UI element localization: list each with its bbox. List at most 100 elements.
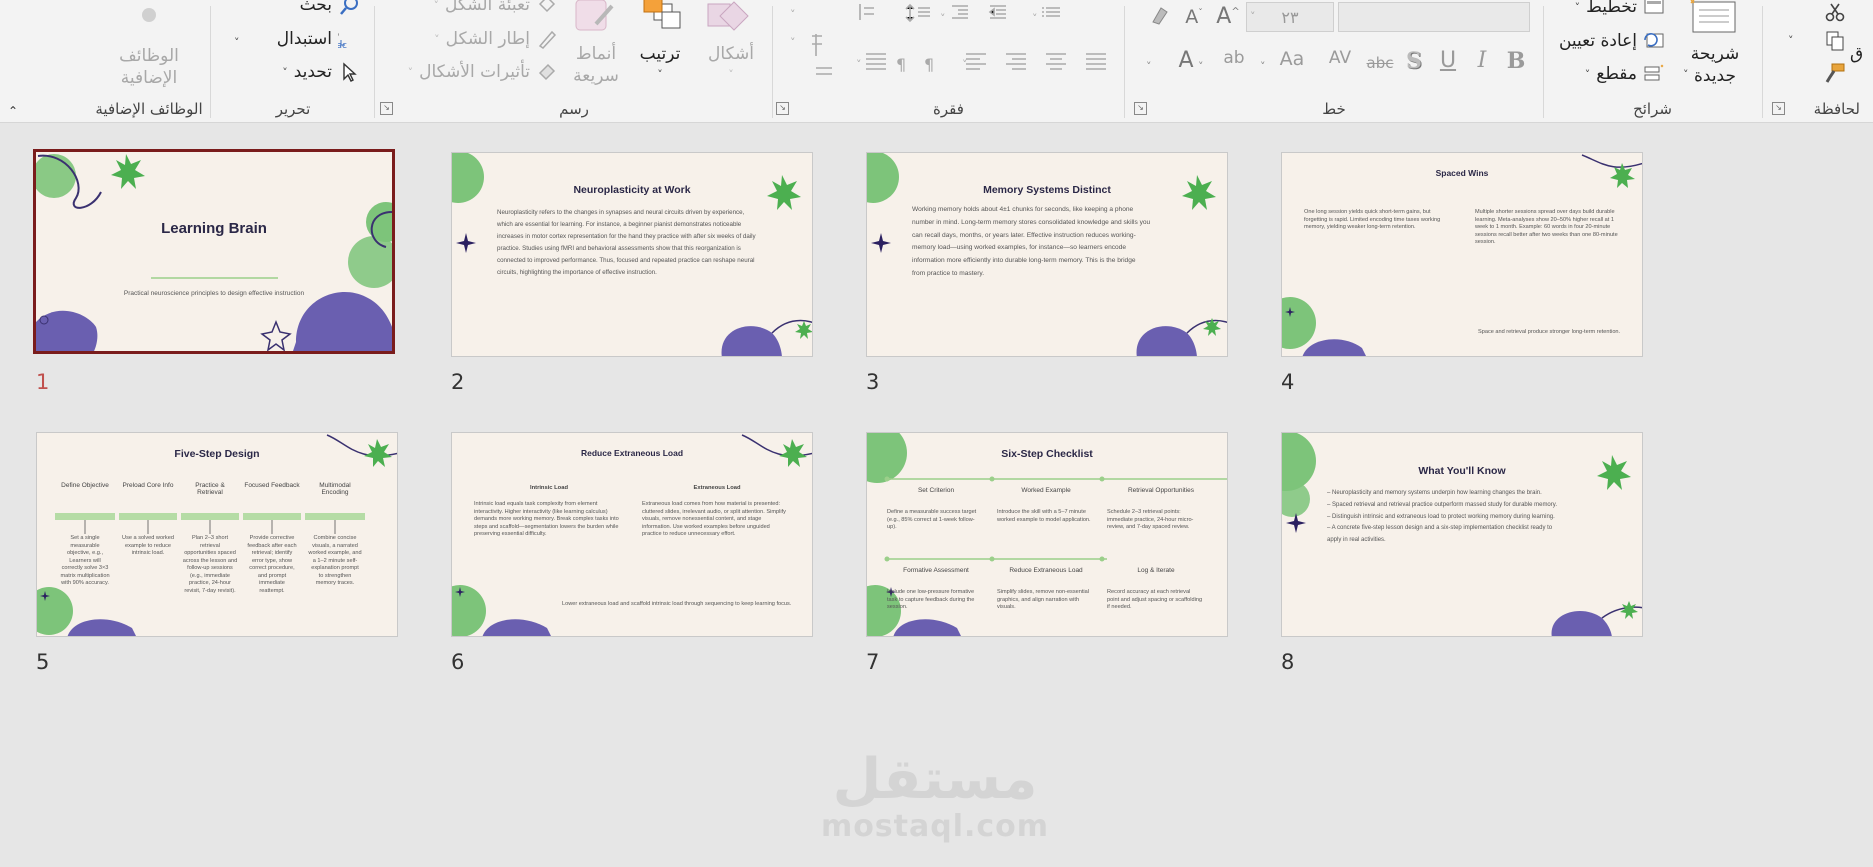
- paste-label[interactable]: ق: [1850, 44, 1863, 64]
- shape-outline-caret: ˅: [434, 32, 440, 46]
- slide-thumbnail-6[interactable]: Reduce Extraneous Load Intrinsic Load Ex…: [451, 432, 813, 637]
- slide-thumbnail-1[interactable]: Learning Brain Practical neuroscience pr…: [33, 149, 395, 354]
- cut-icon: [1825, 3, 1845, 22]
- select-button[interactable]: تحديد ˅: [282, 61, 360, 83]
- bullet-item: – Distinguish intrinsic and extraneous l…: [1327, 513, 1555, 520]
- quick-styles-label-1: أنماط: [575, 44, 617, 64]
- step-line: visuals, a narrated: [312, 542, 358, 549]
- clipboard-launcher-icon[interactable]: ↘: [1772, 102, 1785, 115]
- body-line: memory load—using worked examples, for i…: [912, 244, 1127, 252]
- font-name-field[interactable]: [1338, 2, 1530, 32]
- column-heading: Extraneous Load: [693, 485, 741, 491]
- shrink-font-button[interactable]: Aˇ: [1180, 6, 1208, 28]
- text-direction-caret[interactable]: ˅: [790, 8, 796, 21]
- slide-thumbnail-2[interactable]: Neuroplasticity at Work Neuroplasticity …: [451, 152, 813, 357]
- section-button[interactable]: مقطع ˅: [1585, 63, 1665, 85]
- shape-outline-button[interactable]: إطار الشكل ˅: [434, 28, 558, 50]
- shape-fill-button[interactable]: تعبئة الشكل ˅: [433, 0, 558, 16]
- bullet-item: – Spaced retrieval and retrieval practic…: [1327, 501, 1557, 508]
- slide-thumbnail-7[interactable]: Six-Step Checklist Set Criterion Worked …: [866, 432, 1228, 637]
- bold-button[interactable]: B: [1502, 48, 1530, 74]
- slides-group-label: شرائح: [1633, 100, 1672, 118]
- step-line: Use a solved worked: [122, 535, 174, 541]
- font-launcher-icon[interactable]: ↘: [1134, 102, 1147, 115]
- new-slide-caret[interactable]: ˅: [1683, 68, 1689, 81]
- italic-button[interactable]: I: [1468, 48, 1496, 73]
- paragraph-launcher-icon[interactable]: ↘: [776, 102, 789, 115]
- copy-button[interactable]: [1824, 30, 1846, 52]
- slide-thumbnail-4[interactable]: Spaced Wins One long session yields quic…: [1281, 152, 1643, 357]
- reset-button[interactable]: إعادة تعيين: [1559, 30, 1665, 52]
- body-line: preserving essential difficulty.: [474, 531, 547, 537]
- replace-button[interactable]: abac استبدال: [277, 28, 360, 50]
- slide-thumbnail-8[interactable]: What You'll Know – Neuroplasticity and m…: [1281, 432, 1643, 637]
- separator: [1124, 6, 1125, 118]
- format-painter-button[interactable]: [1824, 62, 1846, 84]
- grow-font-button[interactable]: A^: [1214, 4, 1242, 29]
- body-line: Multiple shorter sessions spread over da…: [1475, 209, 1615, 215]
- step-line: feedback after each: [247, 542, 297, 549]
- font-size-field[interactable]: ٢٣: [1246, 2, 1334, 32]
- step-line: immediate: [259, 580, 285, 586]
- replace-caret[interactable]: ˅: [234, 36, 240, 49]
- separator: [1543, 6, 1544, 118]
- step-line: (e.g., 85% correct at 1-week follow-: [887, 516, 975, 523]
- collapse-ribbon-icon[interactable]: ⌃: [6, 104, 20, 118]
- quick-styles-button[interactable]: أنماط سريعة: [564, 0, 628, 90]
- align-text-caret[interactable]: ˅: [790, 36, 796, 49]
- font-color-caret[interactable]: ˅: [1198, 60, 1204, 73]
- addins-button[interactable]: الوظائف الإضافية: [90, 0, 208, 92]
- highlight-button[interactable]: ab: [1220, 48, 1248, 68]
- checklist-heading: Formative Assessment: [903, 567, 969, 574]
- font-size-caret[interactable]: ˅: [1250, 10, 1256, 23]
- line-spacing-caret[interactable]: ˅: [962, 58, 968, 71]
- body-line: increases in motor cortex representation…: [497, 233, 756, 240]
- arrange-icon: [643, 0, 681, 29]
- change-case-button[interactable]: Aa: [1278, 48, 1306, 70]
- section-caret: ˅: [1584, 67, 1591, 81]
- step-line: opportunities spaced: [184, 550, 236, 556]
- underline-button[interactable]: U: [1434, 48, 1462, 73]
- addins-icon: [142, 8, 156, 22]
- step-line: Introduce the skill with a 5–7 minute: [997, 509, 1086, 515]
- body-line: information more efficiently into durabl…: [912, 257, 1136, 265]
- addins-label-1: الوظائف: [119, 46, 179, 66]
- arrange-button[interactable]: ترتيب ˅: [628, 0, 692, 90]
- body-line: sessions recall better after two weeks t…: [1475, 231, 1618, 238]
- find-button[interactable]: بحث: [300, 0, 360, 16]
- addins-group-label: الوظائف الإضافية: [95, 100, 203, 118]
- layout-button[interactable]: تخطيط ˅: [1575, 0, 1665, 18]
- columns-caret[interactable]: ˅: [856, 58, 862, 71]
- checklist-text: Schedule 2–3 retrieval points: immediate …: [1107, 509, 1217, 532]
- font-color-button[interactable]: A: [1172, 48, 1200, 73]
- heading-line: Focused Feedback: [244, 482, 300, 489]
- slide-decoration: [36, 154, 392, 351]
- step-line: immediate practice, 24-hour micro-: [1107, 516, 1194, 523]
- step-heading: Focused Feedback: [243, 482, 301, 489]
- step-line: and prompt: [257, 572, 287, 579]
- slide-thumbnail-3[interactable]: Memory Systems Distinct Working memory h…: [866, 152, 1228, 357]
- new-slide-icon: [1690, 0, 1736, 33]
- strikethrough-button[interactable]: abc: [1366, 54, 1394, 72]
- char-spacing-button[interactable]: AV: [1326, 48, 1354, 68]
- change-case-caret[interactable]: ˅: [1260, 60, 1266, 73]
- shape-fill-label: تعبئة الشكل: [444, 0, 530, 15]
- slide-right-column: Multiple shorter sessions spread over da…: [1475, 209, 1635, 247]
- slide-thumbnail-5[interactable]: Five-Step Design Define Objective Preloa…: [36, 432, 398, 637]
- shadow-button[interactable]: S: [1400, 48, 1428, 74]
- step-line: Include one low-pressure formative: [887, 589, 975, 595]
- step-line: Combine concise: [313, 535, 357, 541]
- step-heading: Define Objective: [55, 482, 115, 489]
- paste-dropdown-caret[interactable]: ˅: [1788, 34, 1794, 47]
- cut-button[interactable]: [1824, 2, 1846, 24]
- checklist-text: Introduce the skill with a 5–7 minute wor…: [997, 509, 1103, 524]
- checklist-text: Record accuracy at each retrieval point a…: [1107, 589, 1217, 612]
- shape-effects-button[interactable]: تأثيرات الأشكال ˅: [408, 61, 558, 83]
- shapes-button[interactable]: أشكال ˅: [696, 0, 766, 90]
- slide-right-column: Extraneous load comes from how material …: [642, 501, 802, 539]
- clear-formatting-button[interactable]: [1146, 4, 1174, 34]
- drawing-launcher-icon[interactable]: ↘: [380, 102, 393, 115]
- bullets-caret[interactable]: ˅: [1032, 12, 1038, 25]
- numbering-caret[interactable]: ˅: [940, 12, 946, 25]
- highlight-caret[interactable]: ˅: [1146, 60, 1152, 73]
